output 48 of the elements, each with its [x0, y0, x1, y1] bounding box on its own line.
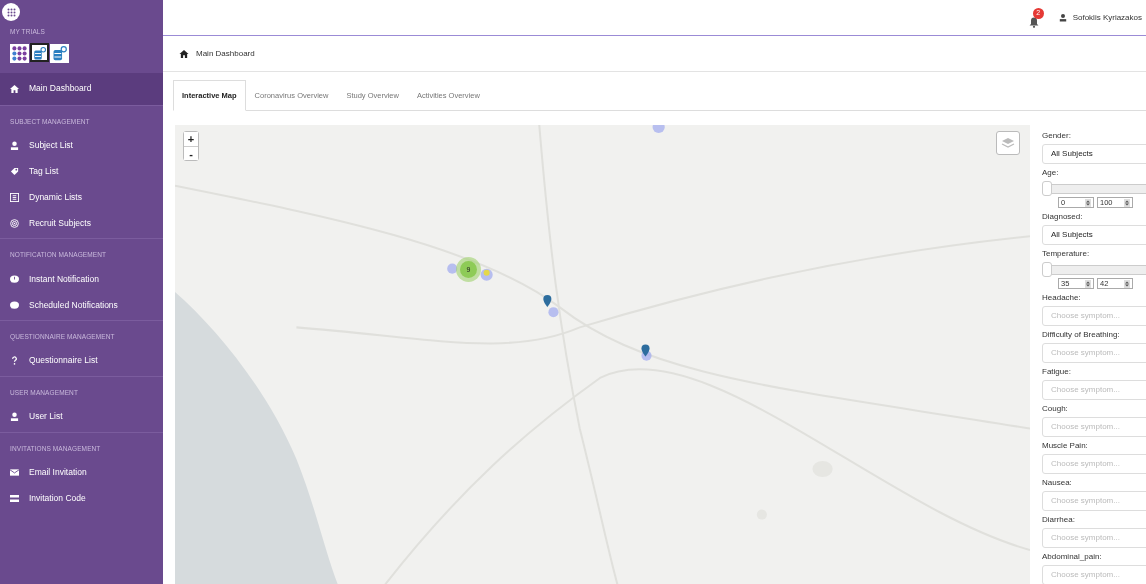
user-menu[interactable]: Sofoklis Kyriazakos — [1058, 11, 1142, 24]
sidebar-item[interactable]: User List — [0, 403, 163, 430]
envelope-icon — [10, 467, 19, 477]
user-icon — [10, 412, 19, 422]
filter-label: Temperature: — [1042, 248, 1091, 261]
sidebar-item[interactable]: Dynamic Lists — [0, 184, 163, 211]
breadcrumb-text: Main Dashboard — [196, 47, 255, 60]
bell-icon — [1028, 16, 1039, 28]
spinner-arrows-icon — [1085, 279, 1091, 288]
zoom-out-button[interactable]: - — [184, 146, 198, 161]
sidebar-item[interactable]: Questionnaire List — [0, 347, 163, 374]
sidebar-item[interactable]: Tag List — [0, 158, 163, 185]
spinner-arrows-icon — [1085, 198, 1091, 207]
sidebar-item[interactable]: Scheduled Notifications — [0, 292, 163, 319]
speech-bubble-icon — [10, 300, 19, 310]
user-icon — [10, 140, 19, 150]
filter-label: Diagnosed: — [1042, 211, 1084, 224]
filter-label: Headache: — [1042, 292, 1082, 305]
speech-bubble-icon — [10, 274, 19, 284]
home-icon — [179, 49, 189, 58]
sidebar-item[interactable]: Invitation Code — [0, 485, 163, 512]
menu-toggle-button[interactable] — [2, 3, 20, 21]
tag-icon — [10, 166, 19, 176]
layers-icon — [1001, 137, 1015, 150]
filter-label: Nausea: — [1042, 477, 1073, 490]
sidebar-item[interactable]: Recruit Subjects — [0, 210, 163, 237]
list-icon — [10, 192, 19, 202]
filter-label: Cough: — [1042, 403, 1069, 416]
filter-label: Gender: — [1042, 130, 1072, 143]
dropdown-field[interactable]: All Subjects — [1042, 144, 1146, 165]
spinner-arrows-icon — [1124, 198, 1130, 207]
question-icon — [10, 356, 19, 366]
sidebar-item[interactable]: Subject List — [0, 132, 163, 159]
filter-label: Difficulty of Breathing: — [1042, 329, 1121, 342]
sidebar-item[interactable]: Instant Notification — [0, 266, 163, 293]
filter-label: Age: — [1042, 167, 1060, 180]
sidebar-item[interactable]: Main Dashboard — [0, 72, 163, 105]
spinner-arrows-icon — [1124, 279, 1130, 288]
filter-label: Diarrhea: — [1042, 514, 1076, 527]
target-icon — [10, 218, 19, 228]
user-icon — [1058, 13, 1067, 22]
dropdown-field[interactable]: All Subjects — [1042, 225, 1146, 246]
filter-label: Muscle Pain: — [1042, 440, 1089, 453]
home-icon — [10, 84, 19, 94]
filter-label: Abdominal_pain: — [1042, 551, 1103, 564]
sidebar-item[interactable]: Email Invitation — [0, 459, 163, 486]
trial-logo[interactable] — [30, 42, 49, 62]
filter-label: Fatigue: — [1042, 366, 1072, 379]
